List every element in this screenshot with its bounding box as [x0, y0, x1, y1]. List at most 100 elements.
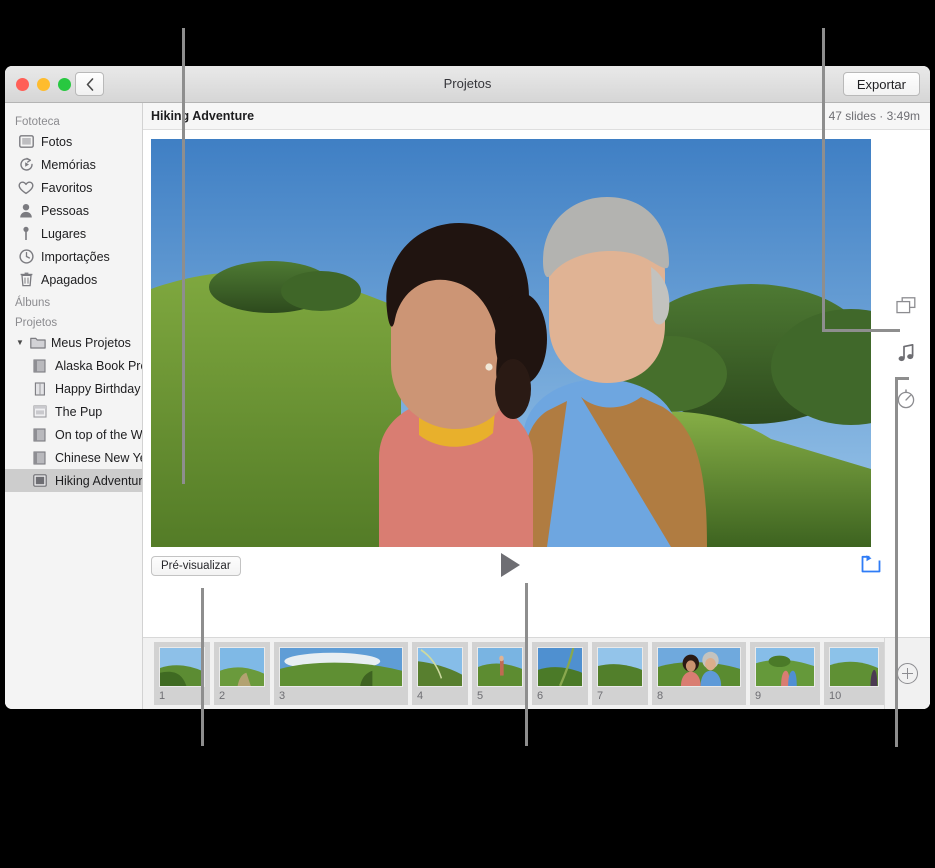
disclosure-triangle-icon[interactable]: ▼ [16, 338, 25, 347]
thumbnail-number: 4 [417, 690, 424, 702]
callout-line-sidebar-project [182, 28, 185, 484]
sidebar-group-label-fototeca: Fototeca [15, 116, 60, 128]
project-header: Hiking Adventure 47 slides · 3:49m [143, 103, 930, 130]
list-item[interactable]: 4 [412, 642, 468, 705]
sidebar-item-label: Alaska Book Proj… [55, 358, 142, 373]
thumbnail-number: 1 [159, 690, 166, 702]
person-icon [18, 203, 34, 219]
thumbnail-number: 8 [657, 690, 664, 702]
book-icon [32, 450, 48, 466]
calendar-icon [32, 404, 48, 420]
sidebar-item-label: Hiking Adventure [55, 473, 143, 488]
sidebar-item-label: Chinese New Year [55, 450, 142, 465]
thumbnail-number: 7 [597, 690, 604, 702]
sidebar-item-hiking-adventure[interactable]: Hiking Adventure [5, 469, 142, 492]
window-title: Projetos [443, 76, 492, 91]
sidebar-item-label: Fotos [41, 134, 73, 149]
clock-icon [18, 249, 34, 265]
card-icon [32, 381, 48, 397]
sidebar-group-label-projetos: Projetos [15, 317, 58, 329]
thumbnail-image [657, 647, 741, 687]
thumbnail-image [219, 647, 265, 687]
page-title: Hiking Adventure [151, 109, 255, 123]
slide-preview-image[interactable] [151, 139, 871, 547]
play-button[interactable] [501, 553, 520, 577]
thumbnail-number: 5 [477, 690, 484, 702]
thumbnail-image [537, 647, 583, 687]
callout-line-themes-horizontal [822, 329, 900, 332]
sidebar-item-apagados[interactable]: Apagados [5, 268, 142, 291]
list-item[interactable]: 9 [750, 642, 820, 705]
photos-app-window: Projetos Exportar Fototeca Fotos Memória… [5, 66, 930, 709]
export-button-label: Exportar [856, 76, 906, 92]
sidebar-item-label: Happy Birthday… [55, 381, 142, 396]
list-item[interactable]: 10 [824, 642, 884, 705]
photos-icon [18, 134, 34, 150]
window-body: Fototeca Fotos Memórias Favoritos Pessoa… [5, 103, 930, 709]
sidebar-item-happy-birthday[interactable]: Happy Birthday… [5, 377, 142, 400]
thumbnail-number: 6 [537, 690, 544, 702]
memories-icon [18, 157, 34, 173]
sidebar-item-label: Memórias [41, 157, 96, 172]
sidebar-item-label: The Pup [55, 404, 103, 419]
sidebar-item-label: Favoritos [41, 180, 93, 195]
sidebar-item-importacoes[interactable]: Importações [5, 245, 142, 268]
sidebar-item-on-top-of-the-world[interactable]: On top of the W… [5, 423, 142, 446]
filmstrip-track[interactable]: 1 2 3 4 5 6 7 8 9 10 [143, 642, 884, 705]
sidebar-item-alaska-book-project[interactable]: Alaska Book Proj… [5, 354, 142, 377]
sidebar-item-label: Importações [41, 249, 110, 264]
list-item[interactable]: 3 [274, 642, 408, 705]
thumbnail-number: 2 [219, 690, 226, 702]
list-item[interactable]: 7 [592, 642, 648, 705]
sidebar-item-memorias[interactable]: Memórias [5, 153, 142, 176]
thumbnail-number: 10 [829, 690, 842, 702]
heart-icon [18, 180, 34, 196]
sidebar-item-label: Meus Projetos [51, 335, 131, 350]
sidebar-item-favoritos[interactable]: Favoritos [5, 176, 142, 199]
list-item[interactable]: 8 [652, 642, 746, 705]
list-item[interactable]: 2 [214, 642, 270, 705]
sidebar-item-the-pup[interactable]: The Pup [5, 400, 142, 423]
add-slide-button[interactable] [884, 638, 930, 709]
preview-button-label: Pré-visualizar [161, 560, 231, 572]
sidebar-item-label: Pessoas [41, 203, 89, 218]
export-button[interactable]: Exportar [842, 72, 920, 96]
callout-line-music-vertical [895, 377, 898, 747]
preview-stage: Pré-visualizar [143, 130, 930, 637]
thumbnail-image [597, 647, 643, 687]
share-icon[interactable] [860, 554, 882, 576]
screenshot-root: Projetos Exportar Fototeca Fotos Memória… [0, 0, 935, 868]
book-icon [32, 358, 48, 374]
slideshow-icon [32, 473, 48, 489]
callout-line-themes-vertical [822, 28, 825, 331]
sidebar-item-lugares[interactable]: Lugares [5, 222, 142, 245]
thumbnail-image [755, 647, 815, 687]
thumbnail-image [279, 647, 403, 687]
music-note-icon[interactable] [893, 340, 919, 366]
content-area: Hiking Adventure 47 slides · 3:49m Pré-v… [143, 103, 930, 709]
filmstrip[interactable]: 1 2 3 4 5 6 7 8 9 10 [143, 637, 930, 709]
thumbnail-image [477, 647, 523, 687]
thumbnail-image [829, 647, 879, 687]
themes-icon[interactable] [893, 292, 919, 318]
folder-icon [30, 335, 46, 351]
sidebar-item-pessoas[interactable]: Pessoas [5, 199, 142, 222]
sidebar-item-label: On top of the W… [55, 427, 143, 442]
sidebar-item-chinese-new-year[interactable]: Chinese New Year [5, 446, 142, 469]
sidebar-item-label: Apagados [41, 272, 98, 287]
book-icon [32, 427, 48, 443]
window-titlebar: Projetos Exportar [5, 66, 930, 103]
sidebar-item-meus-projetos[interactable]: ▼ Meus Projetos [5, 331, 142, 354]
sidebar-item-fotos[interactable]: Fotos [5, 130, 142, 153]
trash-icon [18, 272, 34, 288]
callout-line-preview [201, 588, 204, 746]
sidebar[interactable]: Fototeca Fotos Memórias Favoritos Pessoa… [5, 103, 143, 709]
list-item[interactable]: 5 [472, 642, 528, 705]
transport-bar: Pré-visualizar [143, 547, 930, 595]
callout-line-play [525, 583, 528, 746]
preview-button[interactable]: Pré-visualizar [151, 556, 241, 576]
thumbnail-image [417, 647, 463, 687]
sidebar-group-label-albuns: Álbuns [15, 297, 51, 309]
thumbnail-number: 9 [755, 690, 762, 702]
list-item[interactable]: 6 [532, 642, 588, 705]
